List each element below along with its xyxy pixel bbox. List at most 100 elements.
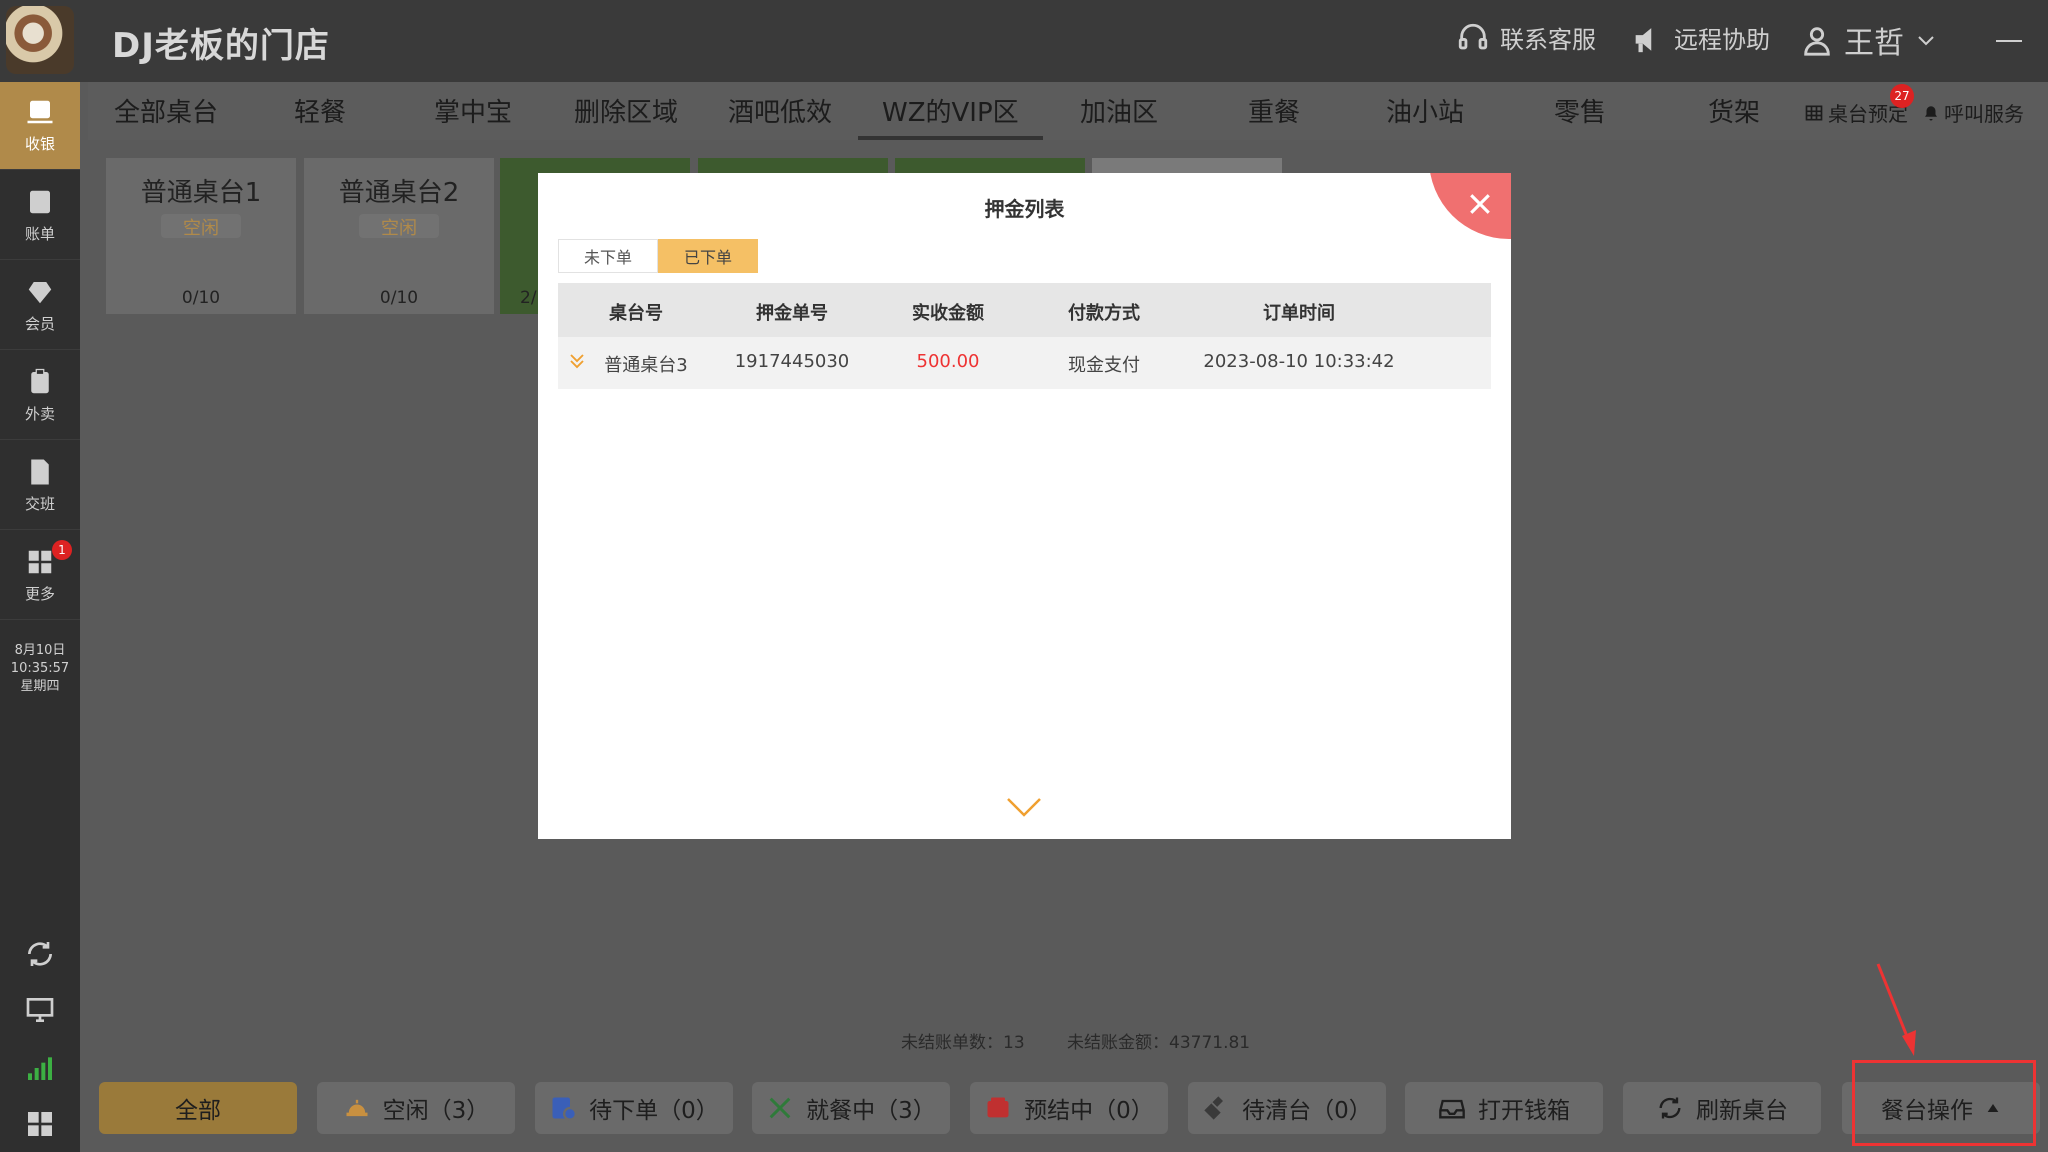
refresh-tables-button[interactable]: 刷新桌台 (1623, 1082, 1821, 1134)
pending-order-icon (552, 1097, 578, 1121)
takeout-icon (31, 368, 49, 394)
tab-light-meal[interactable]: 轻餐 (294, 92, 346, 140)
unsettled-count-value: 13 (1003, 1033, 1025, 1053)
table-card[interactable]: 普通桌台2 空闲 0/10 (304, 158, 494, 314)
sidebar-item-shift[interactable]: 交班 (0, 442, 80, 530)
wallet-icon (987, 1097, 1009, 1118)
filter-idle-button[interactable]: 空闲（3） (317, 1082, 515, 1134)
sidebar-item-cashier[interactable]: 收银 (0, 82, 80, 170)
cell-table: 普通桌台3 (604, 355, 688, 376)
support-button[interactable]: 联系客服 (1456, 20, 1596, 55)
table-capacity: 0/10 (181, 288, 221, 308)
modal-title: 押金列表 (984, 197, 1065, 221)
sidebar-item-label: 更多 (24, 585, 55, 603)
table-grid-icon (1805, 105, 1823, 120)
tab-bar-low[interactable]: 酒吧低效 (728, 92, 832, 140)
cell-payment: 现金支付 (1068, 355, 1140, 376)
monitor-icon[interactable] (24, 994, 56, 1026)
headset-icon (1458, 23, 1488, 49)
table-header: 桌台号 押金单号 实收金额 付款方式 订单时间 (558, 283, 1491, 337)
remote-assist-button[interactable]: 远程协助 (1630, 20, 1770, 55)
call-label: 呼叫服务 (1944, 102, 2024, 126)
scroll-down-chevron-icon[interactable] (1004, 795, 1044, 819)
broom-icon (1204, 1096, 1224, 1120)
col-table: 桌台号 (609, 303, 663, 324)
sidebar-datetime: 8月10日 10:35:57 星期四 (0, 642, 80, 696)
refresh-tables-label: 刷新桌台 (1696, 1098, 1788, 1124)
red-arrow-annotation (1876, 963, 1916, 1056)
tab-fuel-area[interactable]: 加油区 (1080, 92, 1158, 140)
open-drawer-label: 打开钱箱 (1478, 1098, 1570, 1124)
sidebar-item-takeout[interactable]: 外卖 (0, 352, 80, 440)
tab-all-tables[interactable]: 全部桌台 (114, 92, 218, 140)
sidebar-item-label: 外卖 (24, 405, 55, 423)
filter-pending-button[interactable]: 待下单（0） (535, 1082, 733, 1134)
sidebar-item-bill[interactable]: 账单 (0, 172, 80, 260)
deposit-list-modal: 押金列表 未下单 已下单 桌台号 押金单号 实收金额 付款方式 订单时间 普通桌… (538, 173, 1511, 839)
shift-icon (31, 459, 49, 485)
unsettled-amount-value: 43771.81 (1169, 1033, 1251, 1053)
tab-heavy-meal[interactable]: 重餐 (1248, 92, 1300, 140)
weekday-text: 星期四 (20, 679, 60, 694)
signal-icon (28, 1057, 52, 1080)
tab-oil-station[interactable]: 油小站 (1386, 92, 1464, 140)
tab-wz-vip[interactable]: WZ的VIP区 (858, 92, 1043, 140)
sidebar-item-label: 会员 (24, 315, 55, 333)
store-title: DJ老板的门店 (112, 26, 330, 66)
minimize-button[interactable] (1996, 40, 2022, 42)
tab-ordered[interactable]: 已下单 (658, 239, 758, 273)
sidebar-item-more[interactable]: 更多 1 (0, 532, 80, 620)
tab-not-ordered[interactable]: 未下单 (558, 239, 658, 273)
tab-delete-area[interactable]: 删除区域 (574, 92, 678, 140)
unsettled-count: 未结账单数：13 (901, 1028, 1025, 1053)
store-logo (6, 6, 74, 74)
cutlery-icon (769, 1097, 791, 1119)
call-service-button[interactable]: 呼叫服务 (1922, 98, 2024, 127)
apps-icon[interactable] (24, 1108, 56, 1140)
cell-order-time: 2023-08-10 10:33:42 (1203, 351, 1395, 372)
filter-all-button[interactable]: 全部 (99, 1082, 297, 1134)
filter-dining-button[interactable]: 就餐中（3） (752, 1082, 950, 1134)
table-status: 空闲 (161, 214, 241, 239)
tab-retail[interactable]: 零售 (1554, 92, 1606, 140)
support-label: 联系客服 (1500, 26, 1596, 54)
date-text: 8月10日 (14, 643, 66, 658)
table-card[interactable]: 普通桌台1 空闲 0/10 (106, 158, 296, 314)
time-text: 10:35:57 (10, 661, 70, 676)
bill-icon (30, 190, 50, 214)
sidebar-item-label: 交班 (24, 495, 55, 513)
sidebar-item-label: 账单 (24, 225, 55, 243)
col-order-time: 订单时间 (1263, 303, 1335, 324)
col-deposit-no: 押金单号 (756, 303, 828, 324)
member-icon (28, 282, 52, 304)
cell-amount: 500.00 (916, 351, 980, 372)
table-row[interactable]: 普通桌台3 1917445030 500.00 现金支付 2023-08-10 … (558, 337, 1491, 389)
cashier-icon (27, 100, 53, 124)
user-menu[interactable]: 王哲 (1800, 18, 1938, 62)
unsettled-count-label: 未结账单数： (901, 1033, 1003, 1053)
table-name: 普通桌台2 (338, 178, 460, 208)
filter-presettle-button[interactable]: 预结中（0） (970, 1082, 1168, 1134)
modal-subtabs: 未下单 已下单 (558, 239, 758, 273)
filter-pending-label: 待下单（0） (589, 1098, 719, 1124)
open-drawer-button[interactable]: 打开钱箱 (1405, 1082, 1603, 1134)
sync-icon[interactable] (24, 938, 56, 970)
sidebar: 收银 账单 会员 外卖 交班 更多 1 8月10日 10:35:57 星期四 (0, 82, 80, 1152)
filter-toclean-button[interactable]: 待清台（0） (1188, 1082, 1386, 1134)
tab-shelf[interactable]: 货架 (1708, 92, 1760, 140)
filter-presettle-label: 预结中（0） (1024, 1098, 1154, 1124)
table-status: 空闲 (359, 214, 439, 239)
tab-zhangzhongbao[interactable]: 掌中宝 (434, 92, 512, 140)
reserve-badge: 27 (1890, 84, 1914, 108)
sidebar-item-label: 收银 (24, 135, 55, 153)
cell-deposit-no: 1917445030 (734, 351, 850, 372)
idle-icon (346, 1099, 368, 1117)
remote-icon (1635, 27, 1652, 52)
filter-idle-label: 空闲（3） (382, 1098, 490, 1124)
col-amount: 实收金额 (912, 303, 984, 324)
chevron-down-icon (1918, 36, 1934, 46)
refresh-icon (1659, 1097, 1681, 1119)
table-capacity: 0/10 (379, 288, 419, 308)
user-icon (1804, 27, 1830, 56)
sidebar-item-member[interactable]: 会员 (0, 262, 80, 350)
